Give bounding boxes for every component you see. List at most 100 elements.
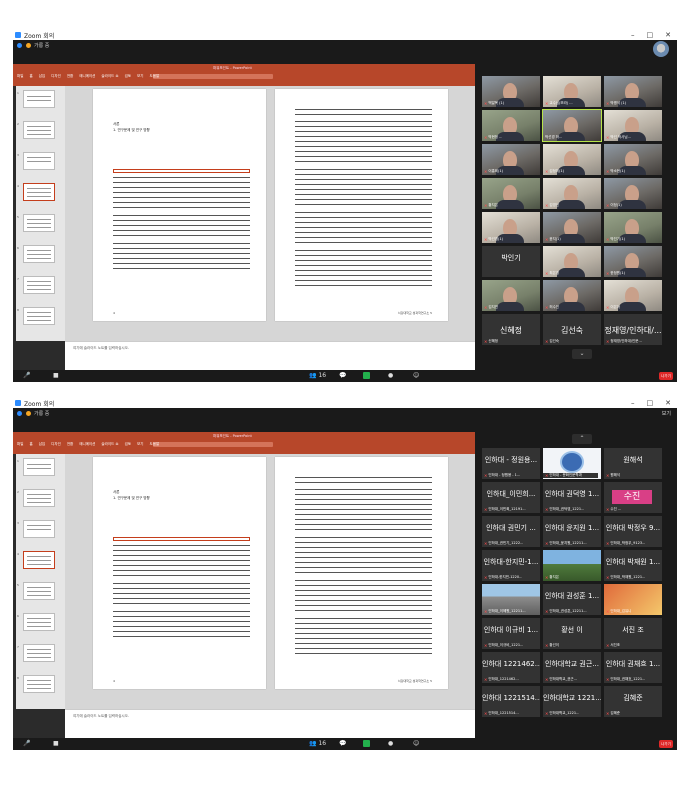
mute-button[interactable]: 🎤 — [23, 740, 30, 747]
participant-tile[interactable]: ✕ 이홍희(1) — [482, 144, 540, 175]
chat-button[interactable]: 💬 — [339, 372, 346, 379]
mute-button[interactable]: 🎤 — [23, 372, 30, 379]
thumb-number: 5 — [17, 583, 19, 587]
participant-tile-name-only[interactable]: 인하대 박정우 9... ✕ 인하대_박정우_9123... — [604, 516, 662, 547]
reactions-button[interactable]: ☺ — [413, 372, 419, 379]
participant-tile-name-only[interactable]: 인하대 1221514... ✕ 인하대_1221514... — [482, 686, 540, 717]
record-button[interactable]: ● — [388, 372, 393, 379]
participant-tile[interactable]: ✕ 이은아 — [604, 280, 662, 311]
participant-tile[interactable]: ✕ 김정미(1) — [543, 144, 601, 175]
participant-tile[interactable]: ✕ 교수님(보라) ... — [543, 76, 601, 107]
participant-tile[interactable]: ✕ 박소현(1) — [604, 144, 662, 175]
participant-tile-name-only[interactable]: 인하대 1221462... ✕ 인하대_1221462... — [482, 652, 540, 683]
zoom-window-bottom: Zoom 회의 – □ ✕ 가롱 중 보기 파워포인트 - PowerPoint… — [13, 398, 677, 750]
participant-tile-active-speaker[interactable]: 박선경 하... — [542, 109, 602, 142]
participant-tile-name-only[interactable]: 인하대 박재원 1... ✕ 인하대_박재원_1221... — [604, 550, 662, 581]
participant-tile-name-only[interactable]: 인하대학교 권근... ✕ 인하대학교_권근... — [543, 652, 601, 683]
participant-tile-image[interactable]: ✕ 인하대_이혜원_12211... — [482, 584, 540, 615]
participant-tile[interactable]: ✕ 박병석 (1) — [604, 76, 662, 107]
participant-tile[interactable]: ✕ 박선경(1) — [482, 212, 540, 243]
participant-tile-name-only[interactable]: 인하대_이민희... ✕ 인하대_이민희_12191... — [482, 482, 540, 513]
participant-tile[interactable]: ✕ 윤지(1) — [543, 212, 601, 243]
participant-tile[interactable]: ✕ 이정(1) — [604, 178, 662, 209]
participant-tile-image[interactable]: ✕ 인하대_김유나 — [604, 584, 662, 615]
participant-tile[interactable]: ✕ 허수진 — [543, 280, 601, 311]
chat-icon: 💬 — [339, 372, 347, 379]
participant-tile-name-only[interactable]: 인하대 권민기 ... ✕ 인하대_권민기_1222... — [482, 516, 540, 547]
participant-tile[interactable]: ✕ 박진기(1) — [604, 212, 662, 243]
ppt-tab: 애니메이션 — [79, 442, 96, 446]
window-title: Zoom 회의 — [24, 32, 55, 40]
thumb-number: 1 — [17, 91, 19, 95]
participant-tile[interactable]: ✕ 박현정 ... — [482, 110, 540, 141]
ppt-tab: 전환 — [66, 442, 74, 446]
participant-tile-logo[interactable]: ✕ 인하대 - 문화인문학과 — [543, 448, 601, 479]
record-button[interactable]: ● — [388, 740, 393, 747]
participant-tile[interactable]: ✕ 최은경 — [543, 246, 601, 277]
record-icon: ● — [388, 740, 394, 747]
participant-tile[interactable]: ✕ 한정원(1) — [604, 246, 662, 277]
view-button[interactable]: 보기 — [662, 410, 671, 417]
chevron-up-icon[interactable]: ⌃ — [572, 434, 592, 444]
thumb-number: 6 — [17, 614, 19, 618]
ppt-tab: 홈 — [29, 74, 33, 78]
ppt-tab: 슬라이드 쇼 — [101, 442, 119, 446]
slide-page-left: 서론 1. 연구문제 및 연구 방향 4 — [93, 457, 266, 689]
participant-tile-name-only[interactable]: 김혜준 ✕ 김혜준 — [604, 686, 662, 717]
participants-button[interactable]: 👥 16 — [309, 372, 326, 379]
close-button[interactable]: ✕ — [665, 31, 671, 39]
leave-button[interactable]: 나가기 — [659, 372, 673, 380]
leave-button[interactable]: 나가기 — [659, 740, 673, 748]
share-screen-button[interactable] — [363, 740, 370, 747]
maximize-button[interactable]: □ — [647, 31, 654, 39]
participant-tile-name-only[interactable]: 인하대학교 1221... ✕ 인하대학교_1221... — [543, 686, 601, 717]
participant-tile[interactable]: ✕ 김지연 — [482, 280, 540, 311]
participant-tile-name-only[interactable]: 인하대 권성훈 1... ✕ 인하대_권성훈_12211... — [543, 584, 601, 615]
participant-tile-name-only[interactable]: 인하대 윤지원 1... ✕ 인하대_윤지원_12211... — [543, 516, 601, 547]
slide-thumb — [23, 121, 55, 139]
thumb-number: 2 — [17, 490, 19, 494]
thumb-number: 4 — [17, 184, 19, 188]
participant-tile-name-only[interactable]: 인하대 권채흐 1... ✕ 인하대_권채흐_1221... — [604, 652, 662, 683]
selected-text-box — [113, 169, 250, 173]
shield-icon[interactable] — [17, 43, 22, 48]
minimize-button[interactable]: – — [631, 31, 635, 39]
chevron-down-icon[interactable]: ⌄ — [572, 349, 592, 359]
participant-tile[interactable]: ✕ 김영선 — [543, 178, 601, 209]
minimize-button[interactable]: – — [631, 399, 635, 407]
reactions-button[interactable]: ☺ — [413, 740, 419, 747]
video-button[interactable]: ■ — [53, 372, 59, 379]
chat-button[interactable]: 💬 — [339, 740, 346, 747]
participant-tile-name-only[interactable]: 정재영/인하대/... ✕ 정재영/인하대/인문... — [604, 314, 662, 345]
shield-icon[interactable] — [17, 411, 22, 416]
thumb-number: 5 — [17, 215, 19, 219]
participant-tile-name-only[interactable]: 인하대 이규비 1... ✕ 인하대_이규비_1221... — [482, 618, 540, 649]
participant-tile-name-only[interactable]: 원해석 ✕ 원해석 — [604, 448, 662, 479]
participant-tile-name-only[interactable]: 황선 이 ✕ 황선이 — [543, 618, 601, 649]
microphone-icon: 🎤 — [23, 740, 31, 747]
participant-tile-avatar[interactable]: 수진 ✕ 수진 ... — [604, 482, 662, 513]
participant-tile-name-only[interactable]: 인하대 권덕영 1... ✕ 인하대_권덕영_1221... — [543, 482, 601, 513]
video-button[interactable]: ■ — [53, 740, 59, 747]
slide-notes: 여기에 슬라이드 노트를 입력하십시오. — [65, 341, 475, 371]
participants-icon: 👥 — [309, 740, 317, 747]
participant-tile-name-only[interactable]: 김선숙 ✕ 김선숙 — [543, 314, 601, 345]
participant-tile[interactable]: ✕ 백말목 (1) — [482, 76, 540, 107]
participant-tile-name-only[interactable]: 박인기 — [482, 246, 540, 277]
close-button[interactable]: ✕ — [665, 399, 671, 407]
ppt-tab: 삽입 — [38, 74, 46, 78]
share-screen-button[interactable] — [363, 372, 370, 379]
record-status-icon — [26, 43, 31, 48]
participant-tile-name-only[interactable]: 인하대 - 정원용... ✕ 인하대 - 정원용 - 1... — [482, 448, 540, 479]
title-bar: Zoom 회의 – □ ✕ — [13, 398, 677, 408]
thumb-number: 7 — [17, 277, 19, 281]
participant-tile-name-only[interactable]: 신혜정 ✕ 신혜정 — [482, 314, 540, 345]
participant-tile-name-only[interactable]: 인하대-한지민-1... ✕ 인하대-한지민-1220... — [482, 550, 540, 581]
participants-button[interactable]: 👥 16 — [309, 740, 326, 747]
participant-tile-name-only[interactable]: 서진 조 ✕ 서진조 — [604, 618, 662, 649]
participant-tile[interactable]: ✕ 황지은 — [482, 178, 540, 209]
participant-tile-image[interactable]: ✕ 황지은 — [543, 550, 601, 581]
participant-tile[interactable]: ✕ 박선 박사님... — [604, 110, 662, 141]
maximize-button[interactable]: □ — [647, 399, 654, 407]
slide-thumb — [23, 675, 55, 693]
